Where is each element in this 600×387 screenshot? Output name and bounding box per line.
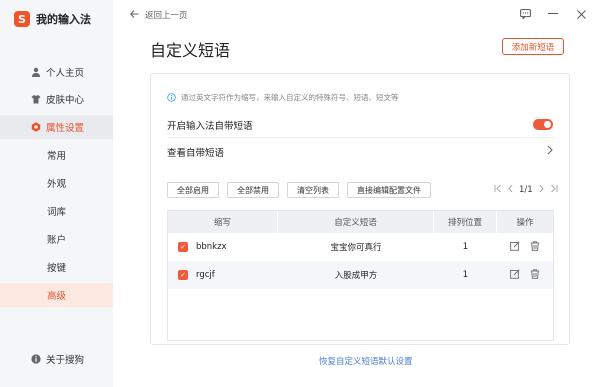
info-icon bbox=[31, 354, 41, 364]
sidebar-item-about[interactable]: 关于搜狗 bbox=[0, 347, 113, 371]
sidebar-sub-account[interactable]: 账户 bbox=[0, 227, 113, 251]
app-name: 我的输入法 bbox=[36, 13, 91, 26]
view-builtin-label: 查看自带短语 bbox=[167, 148, 225, 159]
edit-icon[interactable] bbox=[510, 268, 520, 282]
enable-all-button[interactable]: 全部启用 bbox=[167, 182, 219, 198]
col-position: 排列位置 bbox=[434, 211, 497, 233]
minimize-icon bbox=[548, 13, 558, 14]
bulk-actions: 全部启用 全部禁用 清空列表 直接编辑配置文件 bbox=[167, 182, 431, 198]
table-row: ✓ rgcjf 入股成甲方 1 bbox=[168, 261, 553, 289]
chat-icon bbox=[519, 9, 531, 19]
enable-builtin-toggle[interactable] bbox=[533, 119, 553, 130]
brand: S 我的输入法 bbox=[14, 11, 91, 27]
first-page-icon[interactable] bbox=[494, 184, 502, 196]
row-checkbox[interactable]: ✓ bbox=[178, 270, 188, 280]
close-button[interactable] bbox=[574, 7, 588, 21]
restore-defaults-link[interactable]: 恢复自定义短语默认设置 bbox=[319, 355, 413, 367]
feedback-button[interactable] bbox=[518, 7, 532, 21]
back-link[interactable]: 返回上一页 bbox=[130, 9, 188, 21]
disable-all-button[interactable]: 全部禁用 bbox=[227, 182, 279, 198]
sidebar-sub-advanced[interactable]: 高级 bbox=[0, 283, 113, 307]
col-phrase: 自定义短语 bbox=[278, 211, 434, 233]
sidebar-item-profile[interactable]: 个人主页 bbox=[0, 60, 113, 84]
enable-builtin-row: 开启输入法自带短语 bbox=[167, 112, 555, 138]
row-position: 1 bbox=[462, 242, 469, 252]
page-indicator: 1/1 bbox=[519, 185, 533, 195]
user-icon bbox=[31, 67, 41, 77]
edit-icon[interactable] bbox=[510, 240, 520, 254]
hexagon-settings-icon bbox=[31, 122, 41, 132]
sidebar-item-label: 属性设置 bbox=[46, 123, 85, 134]
page-title: 自定义短语 bbox=[150, 41, 231, 60]
hint: 通过英文字符作为缩写，来输入自定义的特殊符号、短语、短文等 bbox=[167, 92, 399, 103]
last-page-icon[interactable] bbox=[550, 184, 558, 196]
trash-icon[interactable] bbox=[530, 268, 540, 282]
back-label: 返回上一页 bbox=[145, 11, 188, 21]
sidebar-sub-appearance[interactable]: 外观 bbox=[0, 171, 113, 195]
sidebar-item-label: 个人主页 bbox=[46, 68, 85, 79]
arrow-left-icon bbox=[130, 9, 139, 21]
row-checkbox[interactable]: ✓ bbox=[178, 242, 188, 252]
chevron-right-icon bbox=[547, 145, 553, 158]
sidebar-item-label: 关于搜狗 bbox=[46, 355, 85, 366]
phrase-card: 通过英文字符作为缩写，来输入自定义的特殊符号、短语、短文等 开启输入法自带短语 … bbox=[150, 73, 570, 345]
minimize-button[interactable] bbox=[546, 7, 560, 21]
sidebar-sub-lexicon[interactable]: 词库 bbox=[0, 199, 113, 223]
close-icon bbox=[576, 9, 586, 19]
table-row: ✓ bbnkzx 宝宝你可真行 1 bbox=[168, 233, 553, 261]
edit-config-button[interactable]: 直接编辑配置文件 bbox=[347, 182, 431, 198]
info-icon bbox=[167, 93, 176, 102]
hint-text: 通过英文字符作为缩写，来输入自定义的特殊符号、短语、短文等 bbox=[181, 93, 399, 102]
sidebar-item-settings[interactable]: 属性设置 bbox=[0, 115, 113, 139]
sidebar-item-skins[interactable]: 皮肤中心 bbox=[0, 87, 113, 111]
pager: 1/1 bbox=[494, 184, 558, 196]
title-bar: 返回上一页 bbox=[113, 0, 600, 30]
window-controls bbox=[518, 7, 588, 21]
row-phrase: 入股成甲方 bbox=[334, 271, 378, 281]
row-abbr: bbnkzx bbox=[196, 242, 227, 252]
row-phrase: 宝宝你可真行 bbox=[330, 243, 382, 253]
row-position: 1 bbox=[462, 270, 469, 280]
sidebar: S 我的输入法 个人主页 皮肤中心 属性设置 常用 外观 词库 账户 按键 高级 bbox=[0, 0, 113, 387]
sidebar-item-label: 皮肤中心 bbox=[46, 95, 85, 106]
sidebar-sub-keys[interactable]: 按键 bbox=[0, 255, 113, 279]
clear-list-button[interactable]: 清空列表 bbox=[287, 182, 339, 198]
main-panel: 返回上一页 自定义短语 添加新短语 通过英文字符作为缩写，来输入自定义的特殊符号… bbox=[113, 0, 600, 387]
trash-icon[interactable] bbox=[530, 240, 540, 254]
next-page-icon[interactable] bbox=[539, 184, 544, 196]
enable-builtin-label: 开启输入法自带短语 bbox=[167, 120, 253, 132]
app-logo: S bbox=[14, 11, 30, 27]
col-actions: 操作 bbox=[516, 218, 534, 228]
row-abbr: rgcjf bbox=[196, 270, 215, 280]
prev-page-icon[interactable] bbox=[508, 184, 513, 196]
sidebar-sub-common[interactable]: 常用 bbox=[0, 143, 113, 167]
add-phrase-button[interactable]: 添加新短语 bbox=[502, 38, 564, 55]
view-builtin-row[interactable]: 查看自带短语 bbox=[167, 139, 555, 165]
table-header: 缩写 自定义短语 排列位置 操作 bbox=[168, 211, 553, 233]
col-abbr: 缩写 bbox=[168, 211, 278, 233]
tshirt-icon bbox=[31, 94, 41, 104]
app-window: S 我的输入法 个人主页 皮肤中心 属性设置 常用 外观 词库 账户 按键 高级 bbox=[0, 0, 600, 387]
phrase-table: 缩写 自定义短语 排列位置 操作 ✓ bbnkzx 宝宝你可真行 1 ✓ rgc… bbox=[167, 210, 554, 341]
